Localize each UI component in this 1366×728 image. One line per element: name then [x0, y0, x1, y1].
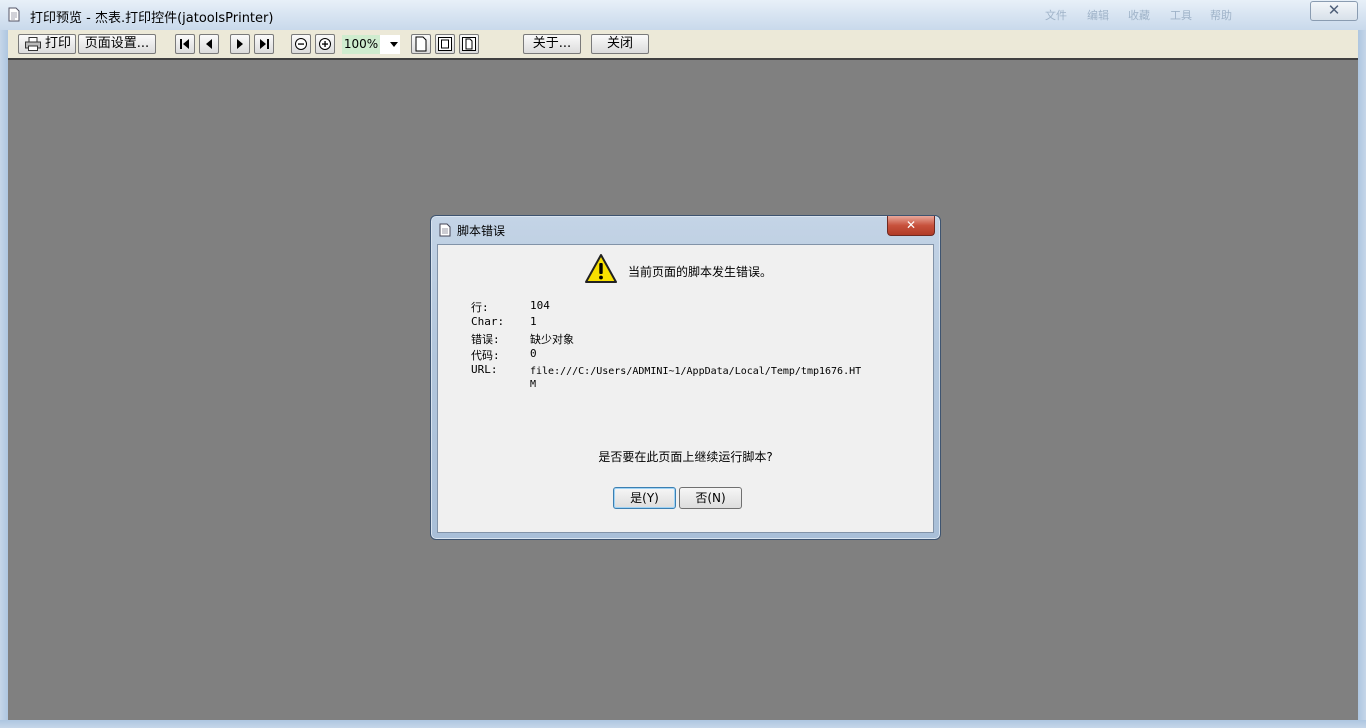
window-frame-left — [0, 30, 8, 728]
detail-value-code: 0 — [530, 347, 537, 360]
ghost-menu-item: 编辑 — [1087, 9, 1109, 22]
ghost-menu-item: 收藏 — [1128, 9, 1150, 22]
ghost-menu-item: 工具 — [1170, 9, 1192, 22]
page-setup-button[interactable]: 页面设置... — [78, 34, 156, 54]
print-button[interactable]: 打印 — [18, 34, 76, 54]
previous-page-icon — [206, 39, 212, 49]
detail-value-line: 104 — [530, 299, 550, 312]
printer-icon — [25, 37, 41, 57]
page-width-view-button[interactable] — [435, 34, 455, 54]
detail-label-url: URL: — [471, 363, 498, 376]
page-setup-label: 页面设置... — [84, 36, 150, 51]
next-page-button[interactable] — [230, 34, 250, 54]
single-page-view-button[interactable] — [411, 34, 431, 54]
first-page-button[interactable] — [175, 34, 195, 54]
yes-label: 是(Y) — [630, 491, 659, 505]
zoom-value: 100% — [342, 35, 380, 54]
window-title: 打印预览 - 杰表.打印控件(jatoolsPrinter) — [30, 11, 274, 26]
ghost-menu-item: 文件 — [1045, 9, 1067, 22]
zoom-select[interactable]: 100% — [342, 35, 400, 54]
close-icon: ✕ — [905, 218, 917, 232]
detail-label-code: 代码: — [471, 349, 500, 362]
full-page-view-button[interactable] — [459, 34, 479, 54]
print-label: 打印 — [45, 36, 72, 51]
detail-value-url: file:///C:/Users/ADMINI~1/AppData/Local/… — [530, 366, 862, 390]
ghost-menu-item: 帮助 — [1210, 9, 1232, 22]
about-label: 关于... — [532, 36, 572, 51]
preview-toolbar: 打印 页面设置... 100% 关于... 关闭 — [8, 30, 1358, 60]
dialog-body: 当前页面的脚本发生错误。 行: 104 Char: 1 错误: 缺少对象 代码:… — [437, 244, 934, 533]
document-icon — [439, 223, 451, 240]
close-button[interactable]: 关闭 — [591, 34, 649, 54]
script-error-dialog: 脚本错误 ✕ 当前页面的脚本发生错误。 行: 104 Char: 1 错误: 缺… — [430, 215, 941, 540]
window-frame-right — [1358, 30, 1366, 728]
page-width-icon — [438, 37, 452, 51]
no-label: 否(N) — [695, 491, 726, 505]
zoom-in-button[interactable] — [315, 34, 335, 54]
detail-label-line: 行: — [471, 301, 489, 314]
warning-icon — [584, 253, 618, 288]
chevron-down-icon — [390, 42, 398, 47]
window-title-bar: 打印预览 - 杰表.打印控件(jatoolsPrinter) 文件 编辑 收藏 … — [0, 0, 1366, 31]
error-heading: 当前页面的脚本发生错误。 — [628, 265, 773, 279]
detail-value-char: 1 — [530, 315, 537, 328]
next-page-icon — [237, 39, 243, 49]
first-page-icon — [180, 39, 189, 49]
close-label: 关闭 — [606, 36, 633, 51]
window-close-button[interactable]: ✕ — [1310, 1, 1358, 21]
detail-label-error: 错误: — [471, 333, 500, 346]
last-page-button[interactable] — [254, 34, 274, 54]
continue-question: 是否要在此页面上继续运行脚本? — [598, 450, 773, 464]
page-icon — [415, 36, 427, 52]
document-icon — [8, 7, 20, 25]
zoom-in-icon — [319, 38, 331, 50]
zoom-out-icon — [295, 38, 307, 50]
window-frame-bottom — [0, 720, 1366, 728]
previous-page-button[interactable] — [199, 34, 219, 54]
dialog-close-button[interactable]: ✕ — [887, 216, 935, 236]
dialog-title: 脚本错误 — [457, 224, 506, 238]
last-page-icon — [260, 39, 269, 49]
no-button[interactable]: 否(N) — [679, 487, 742, 509]
detail-value-error: 缺少对象 — [530, 333, 574, 346]
about-button[interactable]: 关于... — [523, 34, 581, 54]
close-icon: ✕ — [1327, 1, 1341, 19]
detail-label-char: Char: — [471, 315, 505, 328]
zoom-out-button[interactable] — [291, 34, 311, 54]
full-page-icon — [462, 37, 476, 51]
yes-button[interactable]: 是(Y) — [613, 487, 676, 509]
